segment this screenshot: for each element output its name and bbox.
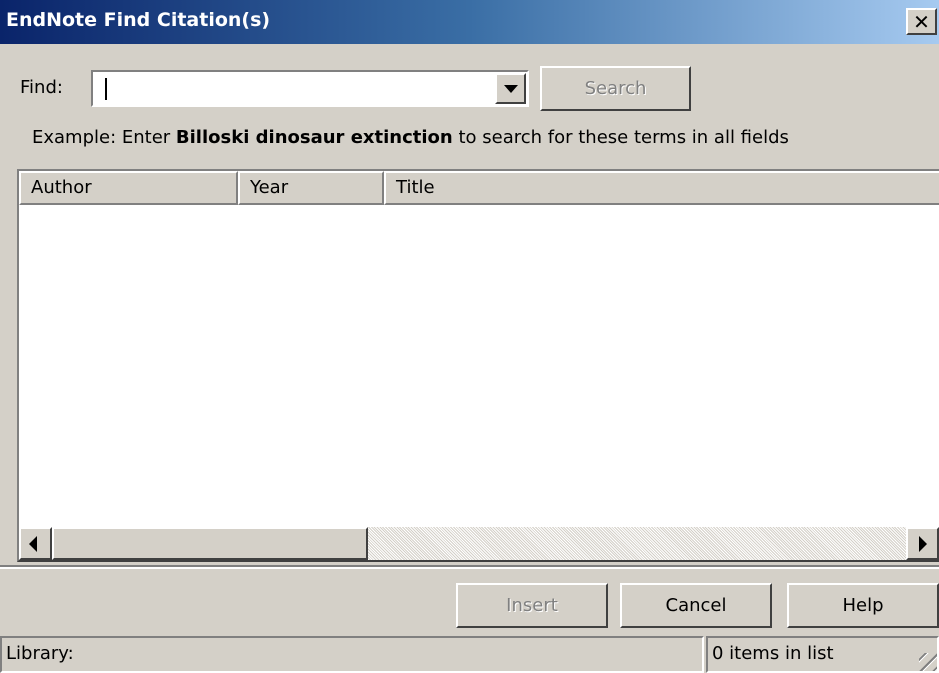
list-header: Author Year Title <box>19 171 939 205</box>
title-bar: EndNote Find Citation(s) ✕ <box>0 0 939 44</box>
status-library: Library: <box>0 636 704 673</box>
find-combobox[interactable] <box>91 70 529 107</box>
example-suffix: to search for these terms in all fields <box>452 127 789 148</box>
status-bar: Library: 0 items in list <box>0 636 939 673</box>
cancel-button[interactable]: Cancel <box>620 583 772 628</box>
column-header-author[interactable]: Author <box>19 171 238 205</box>
text-cursor <box>105 78 107 100</box>
example-terms: Billoski dinosaur extinction <box>175 127 453 148</box>
scroll-right-icon[interactable] <box>906 527 939 560</box>
divider <box>0 565 939 569</box>
close-button[interactable]: ✕ <box>906 8 937 35</box>
results-list[interactable]: Author Year Title <box>17 169 939 562</box>
example-hint: Example: Enter Billoski dinosaur extinct… <box>32 127 789 148</box>
dropdown-arrow-icon[interactable] <box>495 73 526 104</box>
insert-button[interactable]: Insert <box>456 583 608 628</box>
example-prefix: Example: Enter <box>32 127 176 148</box>
scrollbar-thumb[interactable] <box>52 527 368 560</box>
horizontal-scrollbar[interactable] <box>19 527 939 560</box>
close-icon: ✕ <box>913 9 930 34</box>
column-header-year[interactable]: Year <box>238 171 384 205</box>
scroll-left-icon[interactable] <box>19 527 52 560</box>
help-button[interactable]: Help <box>787 583 939 628</box>
window-title: EndNote Find Citation(s) <box>6 9 271 31</box>
find-label: Find: <box>20 77 63 98</box>
resize-grip-icon[interactable] <box>919 653 937 671</box>
column-header-title[interactable]: Title <box>384 171 939 205</box>
status-item-count: 0 items in list <box>706 636 939 673</box>
search-button[interactable]: Search <box>540 66 691 111</box>
